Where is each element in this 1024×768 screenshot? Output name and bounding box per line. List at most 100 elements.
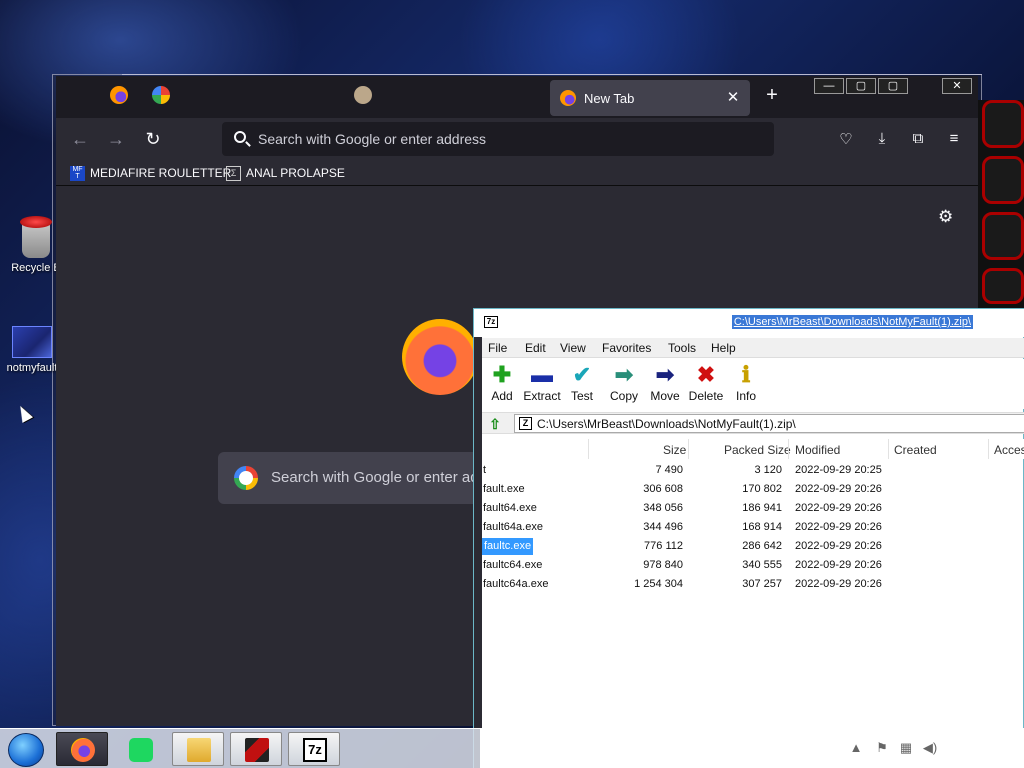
taskbar: 7z <box>0 728 480 768</box>
firefox-logo-icon <box>402 319 478 395</box>
recycle-bin-icon <box>20 216 52 258</box>
new-tab-button[interactable]: + <box>760 84 784 107</box>
copy-label: Copy <box>609 389 638 403</box>
firefox-icon <box>71 738 95 762</box>
maximize-button[interactable]: ▢ <box>846 78 876 94</box>
media-app-icon <box>245 738 269 762</box>
address-bar[interactable]: Search with Google or enter address <box>222 122 774 156</box>
file-name: fault64a.exe <box>483 521 543 533</box>
path-bar: ⇧ Z C:\Users\MrBeast\Downloads\NotMyFaul… <box>482 412 1024 434</box>
menu-view[interactable]: View <box>560 341 586 355</box>
file-name: t <box>483 464 487 476</box>
firefox-tab-icon[interactable] <box>110 86 128 104</box>
bookmark-anal-prolapse[interactable]: Σ ANAL PROLAPSE <box>226 165 345 181</box>
tray-network-icon[interactable]: ▦ <box>898 740 914 756</box>
title-bar[interactable]: 7z C:\Users\MrBeast\Downloads\NotMyFault… <box>474 309 1024 337</box>
desktop-icon-notmyfault[interactable]: notmyfault <box>2 326 62 374</box>
taskbar-spotify[interactable] <box>114 732 166 766</box>
delete-icon: ✖ <box>696 362 716 387</box>
delete-button[interactable]: ✖ Delete <box>686 362 726 404</box>
forward-button[interactable]: → <box>104 128 128 150</box>
menu-edit[interactable]: Edit <box>525 341 546 355</box>
back-button[interactable]: ← <box>68 128 92 150</box>
tab-favicon-icon[interactable] <box>354 86 372 104</box>
pocket-icon[interactable]: ♡ <box>836 130 856 148</box>
move-label: Move <box>650 389 680 403</box>
google-tab-icon[interactable] <box>152 86 170 104</box>
taskbar-file-explorer[interactable] <box>172 732 224 766</box>
table-row[interactable]: t 7 490 3 120 2022-09-29 20:25 <box>482 461 1024 480</box>
folder-up-icon[interactable]: ⇧ <box>486 415 504 433</box>
download-icon[interactable]: ⤓ <box>872 130 892 148</box>
navigation-bar: ← → ↻ Search with Google or enter addres… <box>56 118 978 160</box>
menu-help[interactable]: Help <box>711 341 736 355</box>
tray-volume-icon[interactable]: ◀) <box>922 740 938 756</box>
google-icon <box>234 466 258 490</box>
file-name: faultc.exe <box>482 538 534 555</box>
table-row[interactable]: faultc64.exe 978 840 340 555 2022-09-29 … <box>482 556 1024 575</box>
tray-arrow-icon[interactable]: ▲ <box>848 740 864 756</box>
add-label: Add <box>491 389 513 403</box>
start-button[interactable] <box>8 733 44 767</box>
add-icon: ✚ <box>492 362 512 387</box>
gear-icon[interactable]: ⚙ <box>938 208 954 225</box>
info-button[interactable]: ℹ Info <box>726 362 766 404</box>
file-size: 1 254 304 <box>634 578 683 590</box>
toolbar: ✚ Add ▬ Extract ✔ Test ➡ Copy ➡ Move ✖ D… <box>482 359 1024 409</box>
packed-size: 170 802 <box>742 483 782 495</box>
7zip-window: 7z C:\Users\MrBeast\Downloads\NotMyFault… <box>473 308 1024 768</box>
bookmarks-toolbar: MF T MEDIAFIRE ROULETTER Σ ANAL PROLAPSE <box>56 160 978 186</box>
delete-label: Delete <box>688 389 724 403</box>
column-packed-size[interactable]: Packed Size <box>724 443 791 457</box>
window-edge <box>474 337 482 768</box>
taskbar-7zip[interactable]: 7z <box>288 732 340 766</box>
close-tab-icon[interactable]: ✕ <box>724 88 742 106</box>
system-tray: ▲ ⚑ ▦ ◀) <box>480 728 1024 768</box>
reload-button[interactable]: ↻ <box>141 128 165 150</box>
menu-tools[interactable]: Tools <box>668 341 696 355</box>
table-row-selected[interactable]: faultc.exe 776 112 286 642 2022-09-29 20… <box>482 537 1024 556</box>
move-button[interactable]: ➡ Move <box>645 363 685 404</box>
bookmark-label: ANAL PROLAPSE <box>246 166 345 180</box>
file-name: fault64.exe <box>483 502 537 514</box>
mediafire-icon: MF T <box>70 165 85 181</box>
packed-size: 3 120 <box>754 464 782 476</box>
firefox-favicon-icon <box>560 90 576 106</box>
table-row[interactable]: fault64.exe 348 056 186 941 2022-09-29 2… <box>482 499 1024 518</box>
column-size[interactable]: Size <box>663 443 686 457</box>
table-row[interactable]: fault64a.exe 344 496 168 914 2022-09-29 … <box>482 518 1024 537</box>
menu-favorites[interactable]: Favorites <box>602 341 651 355</box>
taskbar-media-app[interactable] <box>230 732 282 766</box>
window-title: C:\Users\MrBeast\Downloads\NotMyFault(1)… <box>731 315 973 329</box>
table-row[interactable]: faultc64a.exe 1 254 304 307 257 2022-09-… <box>482 575 1024 594</box>
bookmark-mediafire[interactable]: MF T MEDIAFIRE ROULETTER <box>70 165 231 181</box>
menu-icon[interactable]: ≡ <box>944 130 964 148</box>
tab-new-tab[interactable]: New Tab ✕ <box>550 80 750 116</box>
table-row[interactable]: fault.exe 306 608 170 802 2022-09-29 20:… <box>482 480 1024 499</box>
path-input[interactable]: Z C:\Users\MrBeast\Downloads\NotMyFault(… <box>514 414 1024 433</box>
add-button[interactable]: ✚ Add <box>482 362 522 404</box>
restore-button[interactable]: ▢ <box>878 78 908 94</box>
modified-date: 2022-09-29 20:26 <box>795 578 882 590</box>
test-button[interactable]: ✔ Test <box>562 363 602 404</box>
extract-button[interactable]: ▬ Extract <box>522 362 562 404</box>
taskbar-firefox[interactable] <box>56 732 108 766</box>
file-size: 978 840 <box>643 559 683 571</box>
modified-date: 2022-09-29 20:26 <box>795 502 882 514</box>
file-size: 348 056 <box>643 502 683 514</box>
close-window-button[interactable]: ✕ <box>942 78 972 94</box>
minimize-button[interactable]: — <box>814 78 844 94</box>
menu-file[interactable]: File <box>488 341 507 355</box>
column-modified[interactable]: Modified <box>795 443 840 457</box>
extract-icon: ▬ <box>531 362 553 387</box>
tray-flag-icon[interactable]: ⚑ <box>874 740 890 756</box>
tab-label: New Tab <box>584 91 635 106</box>
modified-date: 2022-09-29 20:26 <box>795 521 882 533</box>
modified-date: 2022-09-29 20:26 <box>795 559 882 571</box>
file-size: 7 490 <box>655 464 683 476</box>
extensions-icon[interactable]: ⧉ <box>908 130 928 148</box>
column-created[interactable]: Created <box>894 443 937 457</box>
column-accessed[interactable]: Acces <box>994 443 1024 457</box>
info-icon: ℹ <box>741 362 751 387</box>
copy-button[interactable]: ➡ Copy <box>604 363 644 404</box>
